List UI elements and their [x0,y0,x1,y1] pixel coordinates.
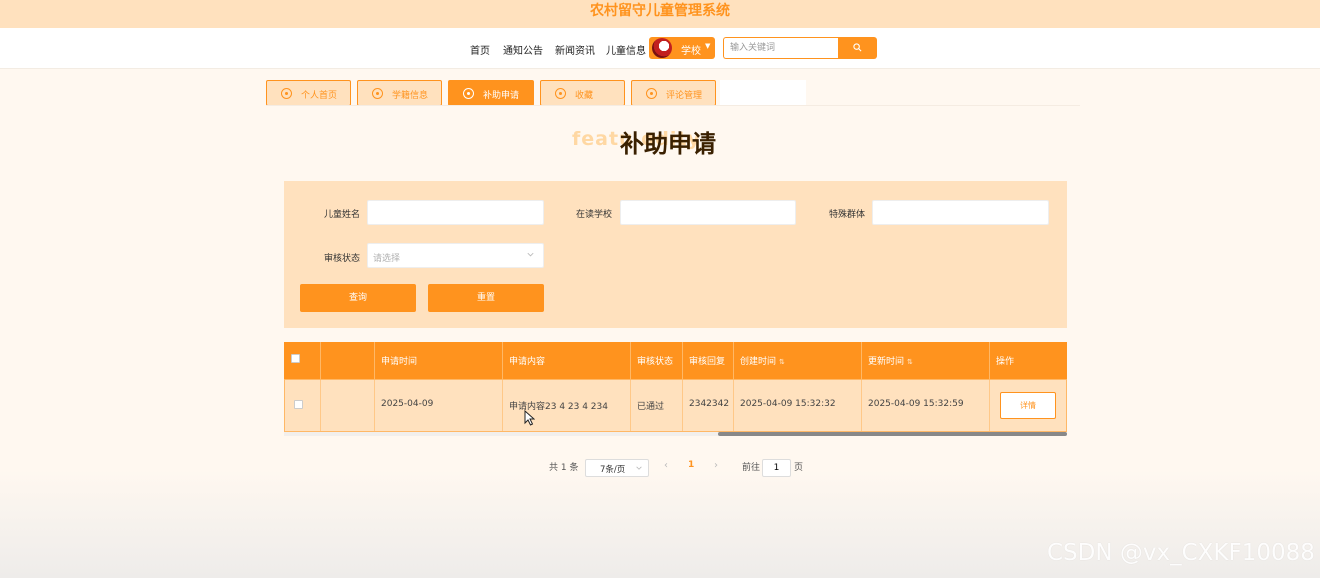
header-index [321,342,375,379]
header-content: 申请内容 [503,342,631,379]
page-size-select[interactable]: 7条/页 [585,459,649,477]
header-reply: 审核回复 [683,342,734,379]
header-label: 创建时间 [740,357,777,367]
next-page-icon[interactable]: › [714,460,718,471]
query-button[interactable]: 查询 [300,284,416,312]
header-label-wrap: 创建时间 ⇅ [740,354,785,367]
cell-actions: 详情 [990,380,1066,431]
search-icon [853,43,862,52]
filter-panel: 儿童姓名 在读学校 特殊群体 审核状态 请选择 查询 重置 [284,181,1067,328]
tab-circle-icon [646,88,657,99]
goto-page-input[interactable] [762,459,791,477]
tab-comments[interactable]: 评论管理 [631,80,716,106]
tab-label: 评论管理 [666,91,703,101]
cell-text: 已通过 [637,402,665,412]
cell-apply-time: 2025-04-09 [375,380,503,431]
cell-created: 2025-04-09 15:32:32 [734,380,862,431]
title-bar: 农村留守儿童管理系统 [0,0,1320,28]
header-label: 更新时间 [868,357,905,367]
sort-icon[interactable]: ⇅ [907,358,913,366]
prev-page-icon[interactable]: ‹ [664,460,668,471]
page-number-current[interactable]: 1 [688,460,694,470]
tab-label: 个人首页 [301,91,338,101]
row-select-cell [285,380,321,431]
chevron-down-icon [636,466,642,470]
user-menu-button[interactable]: 学校 ▼ [649,37,715,59]
tab-label: 补助申请 [483,91,520,101]
status-placeholder: 请选择 [373,254,401,264]
tab-favorites[interactable]: 收藏 [540,80,625,106]
system-title: 农村留守儿童管理系统 [590,3,730,19]
status-select[interactable]: 请选择 [367,243,544,268]
horizontal-scrollbar-thumb[interactable] [718,432,1067,436]
status-label: 审核状态 [324,254,361,264]
search-button[interactable] [838,37,877,59]
nav-bar: 首页 通知公告 新闻资讯 儿童信息 学校 ▼ [0,28,1320,69]
avatar [652,38,672,58]
search-input[interactable] [723,37,838,59]
goto-label: 前往 [742,463,761,473]
cell-updated: 2025-04-09 15:32:59 [862,380,990,431]
mouse-cursor-icon [524,410,535,426]
tab-circle-icon [281,88,292,99]
header-actions: 操作 [990,342,1067,379]
row-index-cell [321,380,375,431]
header-label: 申请时间 [381,357,418,367]
header-select-cell [284,342,321,379]
page-unit-label: 页 [794,463,804,473]
header-apply-time: 申请时间 [375,342,503,379]
school-input[interactable] [620,200,796,225]
page-size-value: 7条/页 [600,465,626,475]
header-label: 审核状态 [637,357,674,367]
nav-item-home[interactable]: 首页 [470,42,490,57]
nav-item-notices[interactable]: 通知公告 [503,42,543,57]
cell-text: 2342342 [689,399,730,409]
tab-spacer [720,80,806,106]
tab-circle-icon [372,88,383,99]
user-menu-label: 学校 [681,46,701,57]
tab-school-records[interactable]: 学籍信息 [357,80,442,106]
chevron-down-icon [527,252,534,257]
child-name-input[interactable] [367,200,544,225]
header-label: 操作 [996,357,1015,367]
header-updated[interactable]: 更新时间 ⇅ [862,342,990,379]
row-checkbox[interactable] [294,400,303,409]
table-row: 2025-04-09 申请内容23 4 23 4 234 已通过 2342342… [284,379,1067,432]
header-label-wrap: 更新时间 ⇅ [868,354,913,367]
tab-circle-icon [463,88,474,99]
cell-text: 2025-04-09 [381,399,434,409]
cell-status: 已通过 [631,380,683,431]
nav-item-children[interactable]: 儿童信息 [606,42,646,57]
header-created[interactable]: 创建时间 ⇅ [734,342,862,379]
special-group-label: 特殊群体 [829,210,866,220]
table-header: 申请时间 申请内容 审核状态 审核回复 创建时间 ⇅ 更新时间 ⇅ 操作 [284,342,1067,379]
detail-button[interactable]: 详情 [1000,392,1056,419]
watermark: CSDN @vx_CXKF10088 [1047,540,1315,566]
child-name-label: 儿童姓名 [324,210,361,220]
divider [266,105,1080,106]
pagination-total: 共 1 条 [549,463,579,473]
tab-label: 学籍信息 [392,91,429,101]
cell-text: 2025-04-09 15:32:32 [740,399,836,409]
special-group-input[interactable] [872,200,1049,225]
page-title: 补助申请 [620,130,716,158]
nav-item-news[interactable]: 新闻资讯 [555,42,595,57]
reset-button[interactable]: 重置 [428,284,544,312]
tab-subsidy-apply[interactable]: 补助申请 [448,80,534,106]
cell-content: 申请内容23 4 23 4 234 [503,380,631,431]
tab-label: 收藏 [575,91,594,101]
tab-circle-icon [555,88,566,99]
caret-down-icon: ▼ [705,42,711,50]
cell-reply: 2342342 [683,380,734,431]
select-all-checkbox[interactable] [291,354,300,363]
header-status: 审核状态 [631,342,683,379]
cell-text: 2025-04-09 15:32:59 [868,399,964,409]
school-label: 在读学校 [576,210,613,220]
sort-icon[interactable]: ⇅ [779,358,785,366]
header-label: 申请内容 [509,357,546,367]
header-label: 审核回复 [689,357,726,367]
tab-personal-home[interactable]: 个人首页 [266,80,351,106]
